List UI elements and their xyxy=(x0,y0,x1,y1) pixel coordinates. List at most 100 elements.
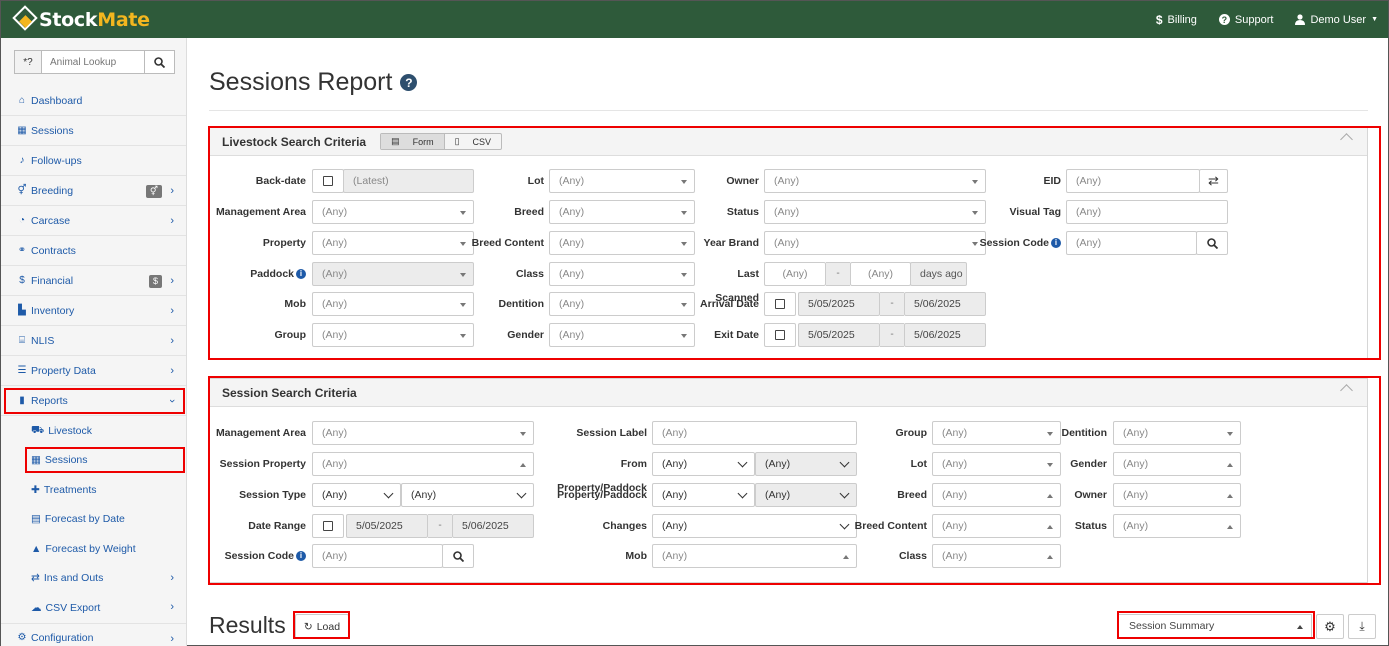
sidebar-item-configuration[interactable]: ⚙ Configuration › xyxy=(1,622,186,646)
label-session-label: Session Label xyxy=(576,427,647,439)
session-code-input[interactable]: (Any) xyxy=(1066,231,1197,255)
sidebar-item-financial[interactable]: $ Financial $ › xyxy=(1,266,186,296)
exit-date-checkbox[interactable] xyxy=(764,323,796,347)
sidebar-sub-forecast-by-weight[interactable]: ▲ Forecast by Weight xyxy=(1,534,186,564)
session-code-search-button[interactable] xyxy=(1196,231,1228,255)
last-scanned-from[interactable]: (Any) xyxy=(764,262,826,286)
stockmate-logo[interactable]: StockMate xyxy=(11,3,150,36)
chevron-right-icon: › xyxy=(170,275,174,287)
sidebar-sub-livestock[interactable]: ⛟ Livestock xyxy=(1,416,186,446)
session-gender-select[interactable]: (Any) xyxy=(1113,452,1241,476)
label-gender: Gender xyxy=(507,329,544,341)
eid-swap-button[interactable]: ⇄ xyxy=(1199,169,1228,193)
sidebar-item-sessions[interactable]: ▦ Sessions xyxy=(1,116,186,146)
animal-lookup-input[interactable] xyxy=(42,51,144,73)
mob-select[interactable]: (Any) xyxy=(312,292,474,316)
breed-select[interactable]: (Any) xyxy=(549,200,695,224)
visual-tag-input[interactable]: (Any) xyxy=(1066,200,1228,224)
bar-chart-icon: ▮ xyxy=(19,395,25,406)
label-dentition: Dentition xyxy=(498,298,545,310)
status-select[interactable]: (Any) xyxy=(764,200,986,224)
owner-select[interactable]: (Any) xyxy=(764,169,986,193)
range-separator: - xyxy=(428,514,452,538)
sidebar-item-inventory[interactable]: ▙ Inventory › xyxy=(1,296,186,326)
load-button[interactable]: ↻ Load xyxy=(295,614,349,639)
support-link[interactable]: ? Support xyxy=(1218,14,1273,26)
label-session-lot: Lot xyxy=(910,458,927,470)
changes-select[interactable]: (Any) xyxy=(652,514,857,538)
label-mob: Mob xyxy=(284,298,306,310)
from-property-select[interactable]: (Any) xyxy=(652,452,755,476)
group-select[interactable]: (Any) xyxy=(312,323,474,347)
download-button[interactable]: ⤓ xyxy=(1348,614,1376,639)
results-heading: Results xyxy=(209,612,286,638)
collapse-chevron-icon[interactable] xyxy=(1340,384,1353,397)
session-owner-select[interactable]: (Any) xyxy=(1113,483,1241,507)
session-code-input-2[interactable]: (Any) xyxy=(312,544,443,568)
session-class-select[interactable]: (Any) xyxy=(932,544,1061,568)
dentition-select[interactable]: (Any) xyxy=(549,292,695,316)
livestock-panel-header[interactable]: Livestock Search Criteria ▤ Form ▯ CSV xyxy=(210,128,1367,156)
chevron-down-icon: › xyxy=(166,399,179,403)
wildcard-toggle[interactable]: *? xyxy=(15,51,42,73)
session-breed-content-select[interactable]: (Any) xyxy=(932,514,1061,538)
sidebar-sub-sessions[interactable]: ▦ Sessions xyxy=(1,446,186,476)
sidebar-item-nlis[interactable]: ⌸ NLIS › xyxy=(1,326,186,356)
session-label-input[interactable]: (Any) xyxy=(652,421,857,445)
session-mob-select[interactable]: (Any) xyxy=(652,544,857,568)
sidebar-sub-ins-and-outs[interactable]: ⇄ Ins and Outs › xyxy=(1,564,186,594)
weight-icon: ▲ xyxy=(31,542,42,555)
lookup-search-button[interactable] xyxy=(144,51,174,73)
label-session-status: Status xyxy=(1074,520,1107,532)
sidebar-item-contracts[interactable]: ⚭ Contracts xyxy=(1,236,186,266)
billing-link[interactable]: $ Billing xyxy=(1156,13,1197,27)
date-range-checkbox[interactable] xyxy=(312,514,344,538)
settings-button[interactable]: ⚙ xyxy=(1316,614,1344,639)
help-icon[interactable]: ? xyxy=(400,74,418,91)
search-icon xyxy=(452,550,464,562)
session-status-select[interactable]: (Any) xyxy=(1113,514,1241,538)
last-scanned-to[interactable]: (Any) xyxy=(850,262,911,286)
arrival-date-checkbox[interactable] xyxy=(764,292,796,316)
lot-select[interactable]: (Any) xyxy=(549,169,695,193)
session-type-select[interactable]: (Any) xyxy=(312,483,401,507)
date-range-to: 5/06/2025 xyxy=(452,514,534,538)
sidebar-item-reports[interactable]: ▮ Reports › xyxy=(1,386,186,416)
session-panel-header[interactable]: Session Search Criteria xyxy=(210,379,1367,407)
sidebar-sub-treatments[interactable]: ✚ Treatments xyxy=(1,475,186,505)
user-menu[interactable]: Demo User ▼ xyxy=(1295,14,1378,26)
session-group-select[interactable]: (Any) xyxy=(932,421,1061,445)
sidebar-sub-csv-export[interactable]: ☁ CSV Export › xyxy=(1,593,186,623)
property-select[interactable]: (Any) xyxy=(312,231,474,255)
session-management-area-select[interactable]: (Any) xyxy=(312,421,534,445)
sidebar-item-carcase[interactable]: ◔ Carcase › xyxy=(1,206,186,236)
sidebar-item-property-data[interactable]: ☰ Property Data › xyxy=(1,356,186,386)
management-area-select[interactable]: (Any) xyxy=(312,200,474,224)
year-brand-select[interactable]: (Any) xyxy=(764,231,986,255)
sidebar-sub-forecast-by-date[interactable]: ▤ Forecast by Date xyxy=(1,505,186,535)
class-select[interactable]: (Any) xyxy=(549,262,695,286)
label-management-area: Management Area xyxy=(215,206,306,218)
range-separator: - xyxy=(880,323,904,347)
sidebar-item-dashboard[interactable]: ⌂ Dashboard xyxy=(1,86,186,116)
sidebar-item-breeding[interactable]: ⚥ Breeding ⚥ › xyxy=(1,176,186,206)
report-view-select[interactable]: Session Summary xyxy=(1118,614,1312,639)
form-toggle[interactable]: ▤ Form xyxy=(381,134,445,149)
eid-input[interactable]: (Any) xyxy=(1066,169,1200,193)
breed-content-select[interactable]: (Any) xyxy=(549,231,695,255)
exchange-icon: ⇄ xyxy=(31,572,40,585)
chevron-right-icon: › xyxy=(170,335,174,347)
property-select-2[interactable]: (Any) xyxy=(652,483,755,507)
session-breed-select[interactable]: (Any) xyxy=(932,483,1061,507)
back-date-checkbox[interactable] xyxy=(312,169,344,193)
chevron-right-icon: › xyxy=(170,305,174,317)
collapse-chevron-icon[interactable] xyxy=(1340,133,1353,146)
session-property-select[interactable]: (Any) xyxy=(312,452,534,476)
session-subtype-select[interactable]: (Any) xyxy=(401,483,534,507)
session-dentition-select[interactable]: (Any) xyxy=(1113,421,1241,445)
session-code-search-button-2[interactable] xyxy=(442,544,474,568)
session-lot-select[interactable]: (Any) xyxy=(932,452,1061,476)
csv-toggle[interactable]: ▯ CSV xyxy=(445,134,501,149)
sidebar-item-follow-ups[interactable]: ♪ Follow-ups xyxy=(1,146,186,176)
gender-select[interactable]: (Any) xyxy=(549,323,695,347)
